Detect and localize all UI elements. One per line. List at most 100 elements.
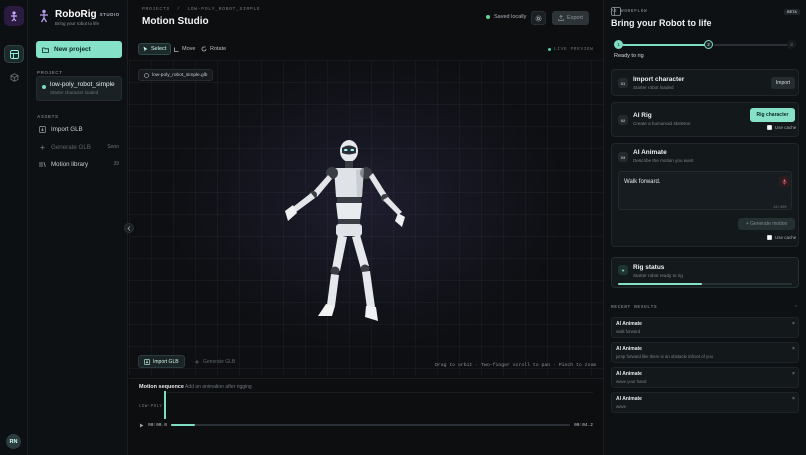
import-button[interactable]: Import [771,77,795,89]
3d-viewport[interactable]: low-poly_robot_simple.glb Import GLB Gen… [129,60,603,375]
ai-animate-card: 03 AI Animate Describe the motion you wa… [611,143,799,247]
live-dot [548,48,551,51]
animate-cache-checkbox[interactable] [767,235,772,240]
tool-label: Move [182,46,196,52]
gear-icon [535,15,542,21]
asset-label: Import GLB [51,125,83,133]
chevron-left-icon [127,225,131,231]
assets-section-label: ASSETS [37,114,59,119]
tool-move[interactable]: Move [170,43,199,55]
step-1[interactable]: 1 [614,40,623,49]
brand-name: RoboRig [55,9,97,20]
step-3[interactable]: 3 [787,40,796,49]
rig-use-cache[interactable]: Use cache [767,125,796,130]
collapse-chevron-icon[interactable]: ⌃ [794,305,798,311]
robot-model[interactable] [274,135,424,330]
time-start: 00:00.0 [148,422,167,428]
result-prompt: walk forward [616,329,641,334]
recent-result-item[interactable]: AI Animate wave your hand × [611,367,799,388]
rig-character-button[interactable]: Rig character [750,108,795,122]
motion-count: 39 [113,161,119,167]
saved-dot [486,15,490,19]
remove-result-icon[interactable]: × [792,321,795,327]
card-title: AI Animate [633,149,667,156]
model-file-name: low-poly_robot_simple.glb [152,72,208,78]
project-subtitle: Starter character loaded [50,90,99,95]
model-file-chip[interactable]: low-poly_robot_simple.glb [138,69,214,81]
project-status-dot [42,85,46,89]
generate-motion-button: + Generate motion [738,218,795,230]
breadcrumb-projects[interactable]: PROJECTS [142,7,170,12]
result-title: AI Animate [616,346,642,352]
step-2[interactable]: 2 [704,40,713,49]
panel-label: AI WORKFLOW [611,9,648,14]
time-end: 00:04.2 [574,422,593,428]
playhead[interactable] [164,391,166,419]
result-prompt: wave your hand [616,379,647,384]
card-title: Rig status [633,264,665,271]
recent-result-item[interactable]: AI Animate wave × [611,392,799,413]
asset-import-glb[interactable]: Import GLB [39,123,119,135]
result-prompt: wave [616,404,627,409]
card-subtitle: Starter robot ready to rig [633,273,683,278]
remove-result-icon[interactable]: × [792,396,795,402]
soon-badge: Soon [107,144,119,150]
export-icon [558,15,564,21]
generate-glb-button: Generate GLB [189,355,240,368]
timeline-title: Motion sequence [139,384,184,390]
asset-motion-library[interactable]: Motion library 39 [39,158,119,170]
asset-label: Generate GLB [51,143,91,151]
remove-result-icon[interactable]: × [792,371,795,377]
folder-plus-icon [42,47,49,53]
sparkle-icon [39,144,46,150]
export-button[interactable]: Export [552,11,589,25]
cube-nav-icon[interactable] [4,68,24,86]
asset-generate-glb: Generate GLB Soon [39,141,119,153]
ai-rig-card: 02 AI Rig Create a humanoid skeleton Rig… [611,102,799,137]
card-subtitle: Create a humanoid skeleton [633,121,691,126]
tool-rotate[interactable]: Rotate [197,43,230,55]
microphone-icon [782,178,787,185]
timeline-subtitle: Add an animation after rigging [185,384,252,390]
remove-result-icon[interactable]: × [792,346,795,352]
card-title: Import character [633,76,685,83]
import-glb-button[interactable]: Import GLB [138,355,185,368]
app-logo-icon[interactable] [4,6,24,26]
recent-result-item[interactable]: AI Animate jump forward like there is an… [611,342,799,363]
step-line-done [623,44,705,46]
studio-nav-icon[interactable] [4,45,24,63]
project-name: low-poly_robot_simple [50,81,115,88]
recent-results-label: RECENT RESULTS [611,305,658,310]
generate-motion-label: + Generate motion [745,221,788,227]
step-line-pending [714,44,789,46]
motion-prompt-input[interactable]: Walk forward. 13/300 [618,171,792,210]
microphone-button[interactable] [779,176,790,187]
rig-progress-fill [618,283,702,285]
card-title: AI Rig [633,112,652,119]
tool-select[interactable]: Select [138,43,172,55]
collapse-sidebar-button[interactable] [124,223,134,233]
cursor-icon [143,46,148,52]
settings-button[interactable] [531,11,546,25]
library-icon [39,161,46,167]
workflow-stepper: 1 2 3 [614,40,796,50]
main-area: PROJECTS / LOW-POLY_ROBOT_SIMPLE Motion St… [129,0,603,455]
result-title: AI Animate [616,396,642,402]
animate-use-cache[interactable]: Use cache [767,235,796,240]
rig-cache-checkbox[interactable] [767,125,772,130]
project-section-label: PROJECT [37,70,63,75]
recent-result-item[interactable]: AI Animate walk forward × [611,317,799,338]
timeline-lane[interactable] [164,392,593,416]
project-card[interactable]: low-poly_robot_simple Starter character … [36,76,122,101]
tool-label: Select [151,46,167,52]
play-icon[interactable] [139,423,144,428]
step-number: 03 [618,152,628,162]
saved-label: Saved locally [494,14,527,20]
asset-label: Motion library [51,160,89,168]
move-icon [174,47,179,52]
new-project-button[interactable]: New project [36,41,122,58]
tool-label: Rotate [210,46,227,52]
timeline-scrubber[interactable] [170,424,571,426]
viewport-controls-hint: Drag to orbit · Two-finger scroll to pan… [435,363,597,368]
user-avatar[interactable]: RN [6,434,21,449]
